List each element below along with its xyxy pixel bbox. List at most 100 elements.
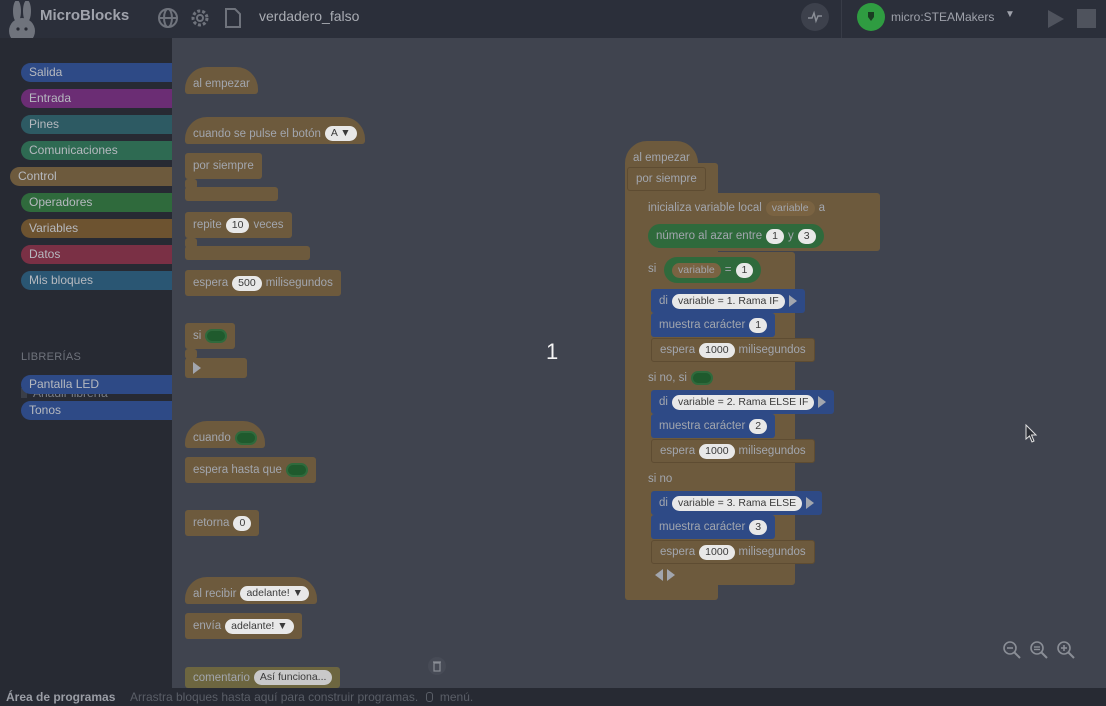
gear-icon[interactable] [189,7,211,29]
stop-button[interactable] [1077,9,1096,28]
file-icon[interactable] [222,7,244,29]
char-input[interactable]: 3 [749,519,768,535]
char-input[interactable]: 2 [749,418,768,434]
trash-icon[interactable] [428,656,446,676]
device-connect-button[interactable] [857,3,885,31]
script-wait-2[interactable]: espera 1000 milisegundos [651,439,815,463]
random-max-input[interactable]: 3 [797,228,816,244]
block-wait[interactable]: espera 500 milisegundos [185,270,341,296]
script-show-char-2[interactable]: muestra carácter 2 [651,414,776,438]
category-entrada[interactable]: Entrada [21,89,172,108]
wait-value-input[interactable]: 1000 [699,544,735,560]
category-mis-bloques[interactable]: Mis bloques [21,271,172,290]
library-label: Pantalla LED [29,377,100,391]
category-comunicaciones[interactable]: Comunicaciones [21,141,172,160]
toolbar-divider [841,0,842,38]
category-label: Entrada [29,91,72,105]
script-say-3[interactable]: di variable = 3. Rama ELSE [651,491,823,515]
graph-button[interactable] [801,3,829,31]
block-repeat[interactable]: repite 10 veces [185,212,292,238]
category-operadores[interactable]: Operadores [21,193,172,212]
say-text-input[interactable]: variable = 1. Rama IF [671,293,785,309]
repeat-count-input[interactable]: 10 [225,217,250,233]
block-if-bottom [185,358,247,378]
category-datos[interactable]: Datos [21,245,172,264]
zoom-out-icon[interactable] [1002,640,1022,660]
block-if[interactable]: si [185,323,236,349]
script-say-1[interactable]: di variable = 1. Rama IF [651,289,805,313]
script-wait-3[interactable]: espera 1000 milisegundos [651,540,815,564]
block-label: espera [660,546,696,558]
script-if-arrows[interactable] [651,566,679,584]
block-when-started[interactable]: al empezar [185,67,258,94]
wait-value-input[interactable]: 1000 [699,443,735,459]
top-bar: MicroBlocks verdadero_falso micro:STEAMa… [0,0,1106,44]
library-tonos[interactable]: Tonos [21,401,172,420]
zoom-reset-icon[interactable] [1029,640,1049,660]
return-value-input[interactable]: 0 [233,515,252,531]
variable-name[interactable]: variable [765,200,815,216]
char-input[interactable]: 1 [749,317,768,333]
block-label: al recibir [193,587,237,600]
script-if[interactable]: si [640,258,665,280]
script-forever[interactable]: por siempre [627,167,706,191]
start-button[interactable] [1044,8,1066,30]
graph-icon [808,10,822,24]
compare-value-input[interactable]: 1 [735,262,754,278]
button-dropdown[interactable]: A ▼ [324,126,357,141]
category-variables[interactable]: Variables [21,219,172,238]
comment-input[interactable]: Así funciona... [253,670,333,685]
mouse-cursor-icon [1025,424,1038,443]
chevron-down-icon[interactable]: ▼ [1005,9,1015,20]
block-label: inicializa variable local [648,202,762,214]
script-show-char-1[interactable]: muestra carácter 1 [651,313,776,337]
wait-value-input[interactable]: 500 [232,275,262,291]
block-when-condition[interactable]: cuando [185,421,265,448]
wait-value-input[interactable]: 1000 [699,342,735,358]
mouse-icon [425,692,433,702]
expand-arrow-icon[interactable] [788,295,797,307]
script-show-char-3[interactable]: muestra carácter 3 [651,515,776,539]
boolean-slot[interactable] [205,329,228,343]
block-comment[interactable]: comentario Así funciona... [185,667,341,688]
block-label: muestra carácter [659,420,746,432]
block-label: cuando [193,431,231,444]
category-control[interactable]: Control [10,167,172,186]
category-label: Comunicaciones [29,143,118,157]
script-else-if[interactable]: si no, si [640,367,721,389]
device-name[interactable]: micro:STEAMakers [891,10,994,24]
library-pantalla-led[interactable]: Pantalla LED [21,375,172,394]
script-init-local[interactable]: inicializa variable local variable a [640,197,833,219]
script-say-2[interactable]: di variable = 2. Rama ELSE IF [651,390,835,414]
message-dropdown[interactable]: adelante! ▼ [240,586,309,601]
expand-arrow-icon[interactable] [818,396,827,408]
block-when-button-pressed[interactable]: cuando se pulse el botón A ▼ [185,117,365,144]
script-else[interactable]: si no [640,468,681,490]
say-text-input[interactable]: variable = 3. Rama ELSE [671,495,803,511]
variable-reporter[interactable]: variable [672,262,721,278]
script-when-started[interactable]: al empezar [625,141,698,168]
boolean-slot[interactable] [691,371,713,385]
script-equals[interactable]: variable = 1 [664,257,762,283]
category-salida[interactable]: Salida [21,63,172,82]
collapse-arrow-icon[interactable] [655,569,663,581]
block-return[interactable]: retorna 0 [185,510,260,536]
category-pines[interactable]: Pines [21,115,172,134]
block-wait-until[interactable]: espera hasta que [185,457,316,483]
say-text-input[interactable]: variable = 2. Rama ELSE IF [671,394,815,410]
block-forever[interactable]: por siempre [185,153,262,179]
expand-arrow-icon[interactable] [806,497,815,509]
boolean-slot[interactable] [234,430,257,445]
expand-arrow-icon[interactable] [667,569,675,581]
script-random[interactable]: número al azar entre 1 y 3 [648,224,824,248]
globe-icon[interactable] [157,7,179,29]
block-when-receive[interactable]: al recibir adelante! ▼ [185,577,317,604]
block-label: milisegundos [265,277,333,289]
block-send[interactable]: envía adelante! ▼ [185,613,302,639]
script-wait-1[interactable]: espera 1000 milisegundos [651,338,815,362]
random-min-input[interactable]: 1 [766,228,784,244]
message-dropdown[interactable]: adelante! ▼ [225,618,294,634]
zoom-in-icon[interactable] [1056,640,1076,660]
expand-arrow-icon[interactable] [193,362,201,374]
boolean-slot[interactable] [285,463,308,477]
